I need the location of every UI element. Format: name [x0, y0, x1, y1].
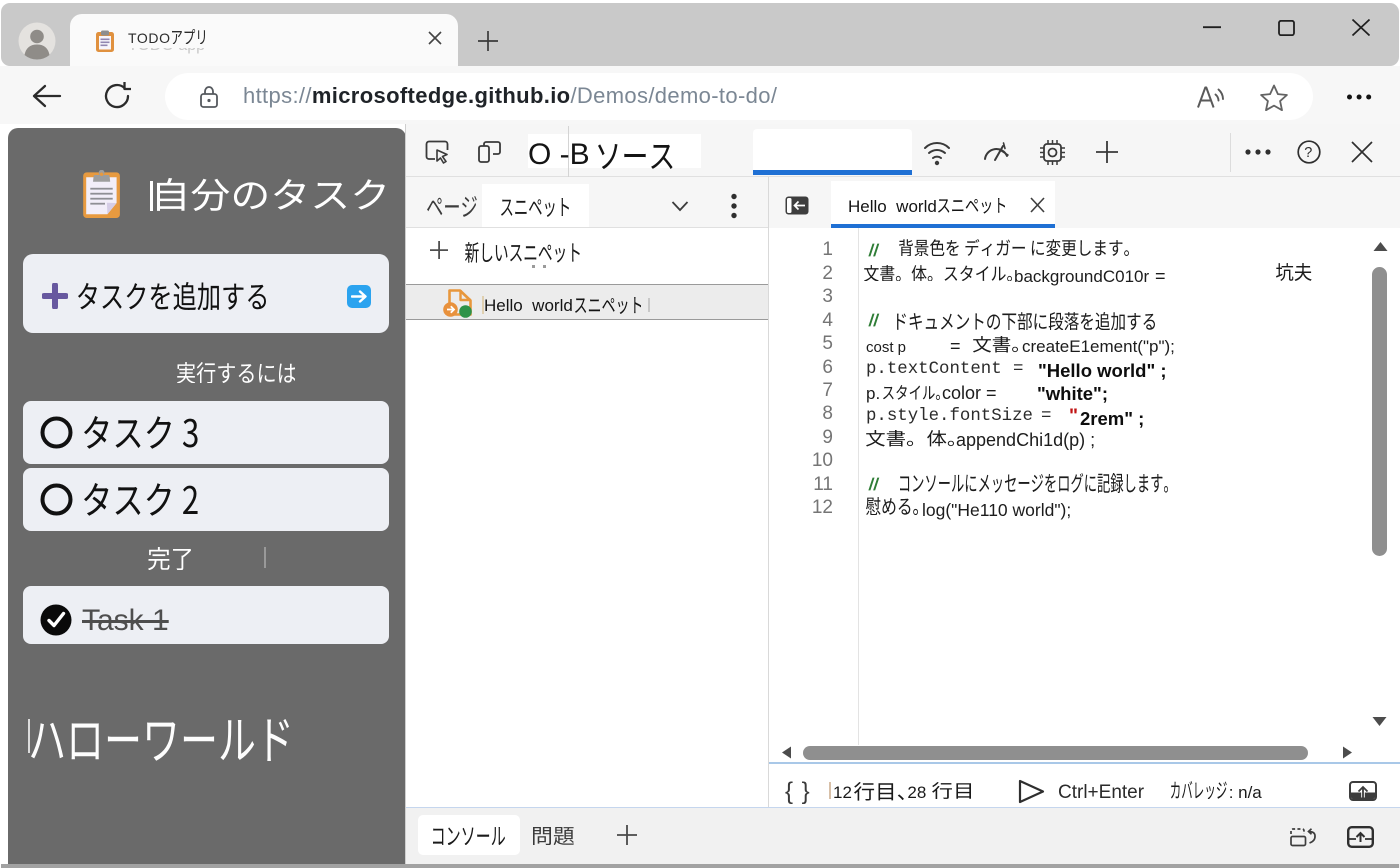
svg-text:?: ? — [1304, 145, 1312, 161]
